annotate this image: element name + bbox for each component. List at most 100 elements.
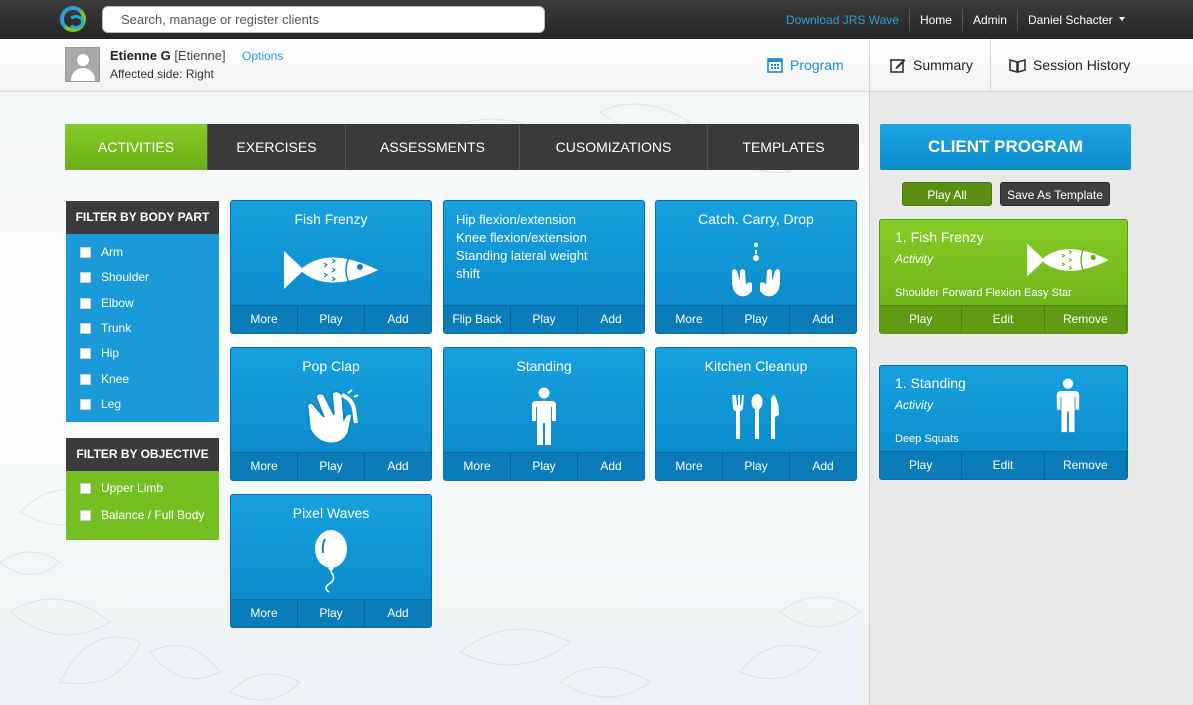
card-title: Standing [516,358,572,374]
checkbox[interactable] [80,271,91,283]
card-title: Pop Clap [302,358,360,374]
play-button[interactable]: Play [511,306,578,333]
user-name: Daniel Schacter [1027,12,1113,27]
home-link[interactable]: Home [908,8,962,31]
filter-objective-title: FILTER BY OBJECTIVE [66,438,219,471]
card-title: Catch. Carry, Drop [698,211,814,227]
activity-card-pop-clap[interactable]: Pop Clap More Play Add [230,347,432,481]
filter-body-part-list: Arm Shoulder Elbow Trunk Hip Knee Leg [66,234,219,422]
client-program-title: CLIENT PROGRAM [880,124,1131,170]
add-button[interactable]: Add [790,453,856,480]
play-button[interactable]: Play [723,453,790,480]
program-item-title: 1. Standing [895,375,966,391]
filter-shoulder[interactable]: Shoulder [80,269,149,285]
checkbox[interactable] [80,347,91,359]
edit-button[interactable]: Edit [962,452,1045,479]
client-name: Etienne G [Etienne] [110,48,226,63]
avatar [65,47,100,82]
filter-upper-limb[interactable]: Upper Limb [80,480,163,496]
standing-person-icon [1023,378,1113,434]
add-button[interactable]: Add [365,306,431,333]
remove-button[interactable]: Remove [1045,306,1127,333]
tab-customizations[interactable]: CUSOMIZATIONS [520,124,708,170]
filter-balance-full-body[interactable]: Balance / Full Body [80,507,204,523]
checkbox[interactable] [80,246,91,258]
more-button[interactable]: More [444,453,511,480]
add-button[interactable]: Add [365,453,431,480]
program-item-type: Activity [895,252,934,266]
checkbox[interactable] [80,322,91,334]
remove-button[interactable]: Remove [1045,452,1127,479]
filter-knee[interactable]: Knee [80,371,129,387]
more-button[interactable]: More [231,600,298,627]
more-button[interactable]: More [656,453,723,480]
category-tabs: ACTIVITIES EXERCISES ASSESSMENTS CUSOMIZ… [65,124,859,170]
activity-card-fish-frenzy[interactable]: Fish Frenzy More Play Add [230,200,432,334]
activity-card-catch-carry-drop[interactable]: Catch. Carry, Drop More Play Add [655,200,857,334]
standing-person-icon [444,386,644,448]
tab-exercises[interactable]: EXERCISES [208,124,346,170]
checkbox[interactable] [80,373,91,385]
more-button[interactable]: More [656,306,723,333]
fish-icon [231,239,431,301]
edit-icon [890,59,906,73]
play-button[interactable]: Play [880,306,963,333]
top-navbar: Download JRS Wave Home Admin Daniel Scha… [0,0,1193,39]
activity-card-flipped[interactable]: Hip flexion/extension Knee flexion/exten… [443,200,645,334]
fish-icon [1023,232,1113,288]
filter-arm[interactable]: Arm [80,244,123,260]
more-button[interactable]: More [231,453,298,480]
play-button[interactable]: Play [723,306,790,333]
tab-activities[interactable]: ACTIVITIES [65,124,208,170]
play-button[interactable]: Play [298,600,365,627]
flip-back-button[interactable]: Flip Back [444,306,511,333]
filter-hip[interactable]: Hip [80,345,119,361]
activity-card-standing[interactable]: Standing More Play Add [443,347,645,481]
more-button[interactable]: More [231,306,298,333]
save-as-template-button[interactable]: Save As Template [1000,182,1110,206]
program-item-detail: Shoulder Forward Flexion Easy Star [895,287,1072,299]
tab-assessments[interactable]: ASSESSMENTS [346,124,520,170]
play-button[interactable]: Play [880,452,963,479]
add-button[interactable]: Add [790,306,856,333]
hands-catch-icon [656,239,856,301]
play-button[interactable]: Play [511,453,578,480]
play-button[interactable]: Play [298,306,365,333]
activity-card-kitchen-cleanup[interactable]: Kitchen Cleanup More Play Add [655,347,857,481]
card-description: Hip flexion/extension Knee flexion/exten… [456,212,588,281]
checkbox[interactable] [80,482,91,494]
tab-templates[interactable]: TEMPLATES [708,124,859,170]
top-nav-links: Download JRS Wave Home Admin Daniel Scha… [776,0,1135,39]
user-menu[interactable]: Daniel Schacter [1016,8,1135,31]
admin-link[interactable]: Admin [961,8,1017,31]
client-options-link[interactable]: Options [242,49,283,63]
app-logo-icon[interactable] [60,6,86,32]
tab-program[interactable]: Program [767,39,844,91]
clap-icon [231,386,431,448]
affected-side: Affected side: Right [110,67,214,81]
checkbox[interactable] [80,297,91,309]
add-button[interactable]: Add [365,600,431,627]
card-title: Pixel Waves [292,505,370,521]
filter-trunk[interactable]: Trunk [80,320,131,336]
program-item-fish-frenzy[interactable]: 1. Fish Frenzy Activity Shoulder Forward… [879,219,1128,334]
tab-session-history[interactable]: Session History [990,39,1193,91]
client-header: Etienne G [Etienne] Options Affected sid… [0,39,1193,92]
add-button[interactable]: Add [578,453,644,480]
card-title: Kitchen Cleanup [704,358,808,374]
checkbox[interactable] [80,509,91,521]
add-button[interactable]: Add [578,306,644,333]
client-search-input[interactable] [102,6,545,33]
program-item-standing[interactable]: 1. Standing Activity Deep Squats Play Ed… [879,365,1128,480]
play-button[interactable]: Play [298,453,365,480]
filter-leg[interactable]: Leg [80,396,121,412]
download-link[interactable]: Download JRS Wave [776,9,909,31]
tab-summary[interactable]: Summary [869,39,991,91]
edit-button[interactable]: Edit [962,306,1045,333]
filter-body-part-title: FILTER BY BODY PART [66,201,219,234]
activity-card-pixel-waves[interactable]: Pixel Waves More Play Add [230,494,432,628]
checkbox[interactable] [80,398,91,410]
filter-elbow[interactable]: Elbow [80,295,134,311]
chevron-down-icon [1118,16,1125,21]
play-all-button[interactable]: Play All [902,182,992,206]
